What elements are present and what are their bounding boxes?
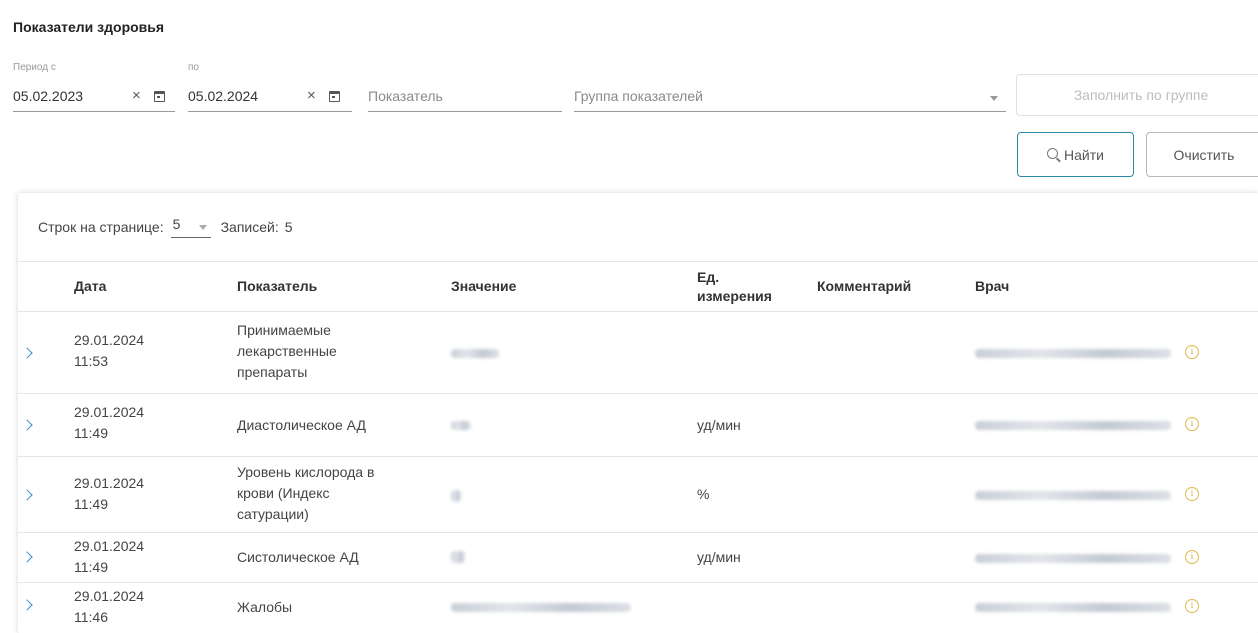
row-date-day: 29.01.2024 xyxy=(74,404,145,420)
row-date-time: 11:53 xyxy=(74,353,108,369)
row-date-day: 29.01.2024 xyxy=(74,588,145,604)
info-icon[interactable]: i xyxy=(1185,417,1199,431)
indicator-group-select[interactable]: Группа показателей xyxy=(574,85,1006,112)
row-date-time: 11:49 xyxy=(74,559,108,575)
row-indicator: Диастолическое АД xyxy=(237,417,366,433)
row-doctor-redacted xyxy=(975,349,1171,358)
period-to-field[interactable]: 05.02.2024 × xyxy=(188,85,352,112)
indicator-group-placeholder: Группа показателей xyxy=(574,88,703,104)
row-value-redacted xyxy=(451,603,631,612)
table-row[interactable]: 29.01.2024 11:53 Принимаемые лекарственн… xyxy=(18,312,1258,394)
period-from-field[interactable]: 05.02.2023 × xyxy=(13,85,175,112)
row-unit: уд/мин xyxy=(697,417,741,433)
calendar-icon[interactable] xyxy=(154,91,165,102)
row-date: 29.01.2024 11:49 xyxy=(74,402,144,444)
info-icon[interactable]: i xyxy=(1185,345,1199,359)
indicator-placeholder: Показатель xyxy=(368,88,443,104)
row-indicator: Жалобы xyxy=(237,599,293,615)
chevron-down-icon[interactable] xyxy=(990,96,998,101)
chevron-down-icon xyxy=(198,225,207,230)
period-to-label: по xyxy=(188,62,199,73)
row-doctor-redacted xyxy=(975,421,1171,430)
table-row[interactable]: 29.01.2024 11:49 Уровень кислорода в кро… xyxy=(18,457,1258,533)
row-unit: % xyxy=(697,486,710,502)
row-date-time: 11:49 xyxy=(74,425,108,441)
rows-per-page-value: 5 xyxy=(172,216,181,232)
indicators-table: Строк на странице: 5 Записей: 5 Дата Пок… xyxy=(18,193,1258,633)
records-label: Записей: xyxy=(220,219,279,235)
search-icon xyxy=(1047,148,1059,159)
row-value-redacted xyxy=(451,349,499,358)
records-count: 5 xyxy=(284,219,293,235)
row-date: 29.01.2024 11:49 xyxy=(74,536,144,578)
period-to-value: 05.02.2024 xyxy=(188,88,259,104)
fill-by-group-label: Заполнить по группе xyxy=(1073,87,1209,103)
table-row[interactable]: 29.01.2024 11:49 Систолическое АД уд/мин… xyxy=(18,533,1258,583)
row-unit: уд/мин xyxy=(697,549,741,565)
row-doctor-redacted xyxy=(975,491,1171,500)
row-value-redacted xyxy=(451,551,465,563)
period-from-value: 05.02.2023 xyxy=(13,88,84,104)
row-indicator: Уровень кислорода в крови (Индекс сатура… xyxy=(237,464,375,522)
row-date: 29.01.2024 11:53 xyxy=(74,330,144,372)
chevron-right-icon[interactable] xyxy=(21,489,33,501)
close-icon[interactable]: × xyxy=(132,87,141,104)
row-date-day: 29.01.2024 xyxy=(74,475,145,491)
rows-per-page-select[interactable]: 5 xyxy=(170,216,211,238)
column-header-indicator[interactable]: Показатель xyxy=(237,278,317,294)
row-date: 29.01.2024 11:49 xyxy=(74,473,144,515)
info-icon[interactable]: i xyxy=(1185,550,1199,564)
rows-per-page-label: Строк на странице: xyxy=(38,219,164,235)
row-date-time: 11:46 xyxy=(74,609,108,625)
chevron-right-icon[interactable] xyxy=(21,347,33,359)
close-icon[interactable]: × xyxy=(307,87,316,104)
row-date-day: 29.01.2024 xyxy=(74,538,145,554)
column-header-date[interactable]: Дата xyxy=(74,278,106,294)
column-header-value[interactable]: Значение xyxy=(451,278,516,294)
row-indicator: Систолическое АД xyxy=(237,549,359,565)
find-button-label: Найти xyxy=(1064,146,1104,163)
row-value-redacted xyxy=(451,421,471,430)
period-from-label: Период с xyxy=(13,62,56,73)
row-value-redacted xyxy=(451,490,461,502)
indicator-input[interactable]: Показатель xyxy=(368,85,562,112)
row-doctor-redacted xyxy=(975,554,1171,563)
row-date: 29.01.2024 11:46 xyxy=(74,586,144,628)
column-header-doctor[interactable]: Врач xyxy=(975,278,1009,294)
row-doctor-redacted xyxy=(975,603,1171,612)
info-icon[interactable]: i xyxy=(1185,487,1199,501)
pager: Строк на странице: 5 Записей: 5 xyxy=(38,216,293,238)
table-header: Дата Показатель Значение Ед. измерения К… xyxy=(18,261,1258,312)
chevron-right-icon[interactable] xyxy=(21,599,33,611)
chevron-right-icon[interactable] xyxy=(21,419,33,431)
clear-button[interactable]: Очистить xyxy=(1146,132,1258,177)
row-indicator: Принимаемые лекарственные препараты xyxy=(237,322,337,380)
column-header-unit[interactable]: Ед. измерения xyxy=(697,268,777,306)
table-row[interactable]: 29.01.2024 11:49 Диастолическое АД уд/ми… xyxy=(18,394,1258,457)
page-title: Показатели здоровья xyxy=(13,19,165,35)
clear-button-label: Очистить xyxy=(1173,146,1235,163)
chevron-right-icon[interactable] xyxy=(21,551,33,563)
column-header-comment[interactable]: Комментарий xyxy=(817,278,911,294)
row-date-time: 11:49 xyxy=(74,496,108,512)
info-icon[interactable]: i xyxy=(1185,599,1199,613)
table-row[interactable]: 29.01.2024 11:46 Жалобы i xyxy=(18,583,1258,633)
calendar-icon[interactable] xyxy=(329,91,340,102)
row-date-day: 29.01.2024 xyxy=(74,332,145,348)
fill-by-group-button[interactable]: Заполнить по группе xyxy=(1016,74,1258,116)
find-button[interactable]: Найти xyxy=(1017,132,1134,177)
